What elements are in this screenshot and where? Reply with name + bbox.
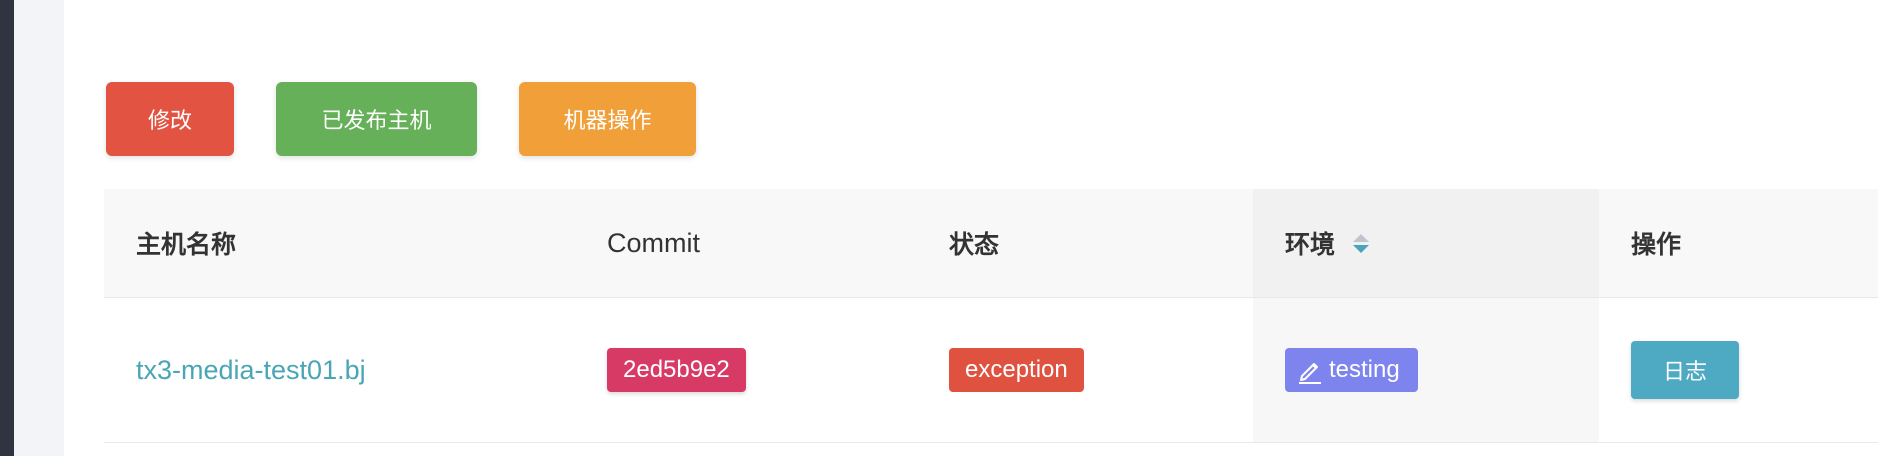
commit-badge: 2ed5b9e2 [607,348,746,392]
sidebar-rail [0,0,14,456]
column-header-commit: Commit [607,227,700,258]
edit-button[interactable]: 修改 [106,82,234,156]
column-header-environment-label: 环境 [1285,230,1336,259]
column-header-environment[interactable]: 环境 [1253,189,1599,297]
column-header-host-name: 主机名称 [136,230,237,259]
status-badge: exception [949,348,1084,392]
environment-label: testing [1329,356,1400,383]
machine-operations-button[interactable]: 机器操作 [519,82,696,156]
view-log-button[interactable]: 日志 [1631,341,1739,399]
published-hosts-button[interactable]: 已发布主机 [276,82,477,156]
column-header-actions: 操作 [1631,230,1682,259]
sort-ascending-icon[interactable] [1353,233,1370,242]
cell-host-name: tx3-media-test01.bj [104,298,575,442]
edit-pen-icon [1299,363,1321,384]
cell-environment: testing [1253,298,1599,442]
sort-descending-icon[interactable] [1353,244,1370,253]
table-header: 主机名称 Commit 状态 环境 操作 [104,189,1878,298]
host-name-link[interactable]: tx3-media-test01.bj [136,355,366,386]
sidebar-gutter [14,0,64,456]
cell-actions: 日志 [1599,298,1878,442]
sort-caret-icon[interactable] [1353,233,1370,253]
environment-badge: testing [1285,348,1418,392]
cell-commit: 2ed5b9e2 [575,298,917,442]
column-header-status: 状态 [949,230,1000,259]
table-row: tx3-media-test01.bj 2ed5b9e2 exception t… [104,298,1878,443]
cell-status: exception [917,298,1253,442]
action-toolbar: 修改 已发布主机 机器操作 [106,82,696,156]
hosts-table: 主机名称 Commit 状态 环境 操作 tx3-media-test01.bj… [104,189,1878,443]
main-content: 修改 已发布主机 机器操作 主机名称 Commit 状态 环境 操作 tx3-m… [64,0,1878,456]
